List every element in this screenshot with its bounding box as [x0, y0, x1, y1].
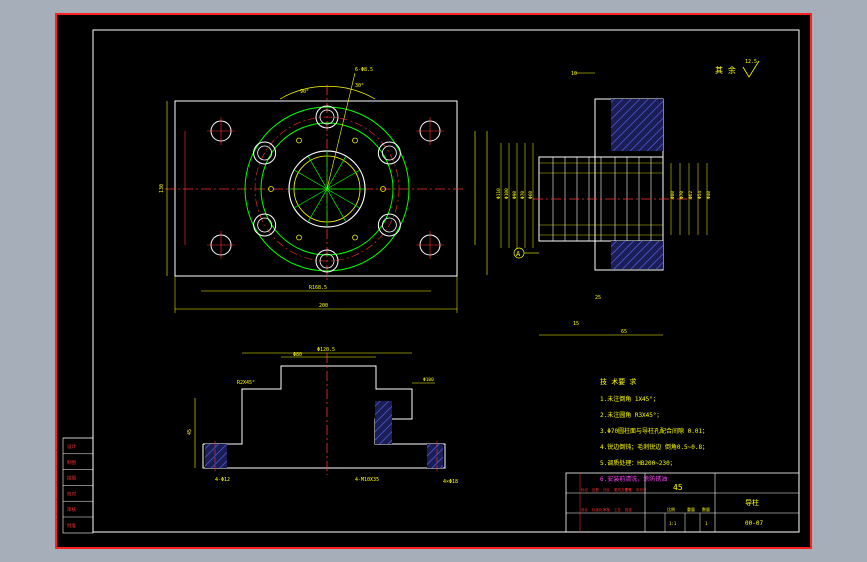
- tb-material: 45: [673, 483, 683, 492]
- tb-revision-cell: 工艺: [614, 507, 622, 512]
- side-top-dim: 10: [571, 71, 577, 77]
- datum-label: A: [516, 250, 521, 258]
- right-dim-text: Φ62: [688, 191, 694, 199]
- dim-height-left: 45: [187, 429, 193, 435]
- tb-revision-cell: 审核: [603, 507, 611, 512]
- right-dim-text: Φ54: [697, 191, 703, 199]
- dim-fillet: R2X45°: [237, 380, 255, 386]
- side-section-view: Φ110 Φ100 Φ90 Φ70 Φ60 Φ80 Φ70 Φ62 Φ54 Φ40 A 10 6…: [496, 71, 712, 336]
- dim-depth: 4-Φ12: [215, 477, 230, 483]
- tb-qty: 1: [705, 521, 708, 526]
- tb-revision-cell: 分区: [603, 487, 611, 492]
- side-hatch-bottom: [611, 241, 663, 269]
- side-dim-text: Φ90: [512, 191, 518, 199]
- ray-line: [326, 188, 347, 223]
- right-dim-text: Φ40: [706, 191, 712, 199]
- small-hole: [352, 137, 358, 144]
- tb-revision-cell: 年月日: [636, 487, 647, 492]
- tech-note: 4.锐边倒钝；毛刺锐边 倒角0.5~0.8；: [600, 443, 708, 451]
- small-hole: [352, 234, 358, 241]
- left-table-cell: 设计: [67, 443, 76, 450]
- front-section-view: Φ120.5 Φ80 R2X45° 45 4-Φ12 4-M10X35 Φ100…: [187, 347, 458, 485]
- hatch-right: [427, 444, 443, 468]
- dim-angle: 90°: [300, 89, 309, 95]
- tb-qty-label: 数量: [702, 506, 710, 512]
- left-table-cell: 校对: [67, 490, 76, 497]
- left-table-cell: 审核: [67, 506, 76, 513]
- ray-line: [307, 188, 328, 223]
- left-table-cell: 制图: [67, 459, 76, 466]
- ray-line: [307, 155, 328, 190]
- dim-thread: 4-M10X35: [355, 477, 379, 483]
- surface-finish-label: 其 余: [715, 65, 736, 75]
- left-table-cell: 描图: [67, 475, 76, 482]
- side-small-dim: 15: [573, 321, 579, 327]
- right-dim-text: Φ70: [679, 191, 685, 199]
- left-side-table: 设计制图描图校对审核批准: [62, 437, 94, 534]
- dim-bore: Φ100: [423, 377, 434, 383]
- side-dim-text: Φ70: [520, 191, 526, 199]
- leader-angle: [326, 72, 356, 190]
- flange-hole-inner: [381, 145, 397, 161]
- tb-scale-label: 比例: [667, 506, 675, 512]
- right-dim-text: Φ80: [670, 191, 676, 199]
- ray-line: [326, 169, 361, 190]
- side-bottom-dim: 65: [621, 329, 627, 335]
- dim-section-top: Φ80: [293, 352, 302, 358]
- dim-width: 200: [319, 303, 328, 309]
- ray-line: [326, 155, 347, 190]
- tb-revision-cell: 标记: [581, 487, 589, 492]
- side-bottom-dim2: 25: [595, 295, 601, 301]
- hatch-mid: [375, 401, 392, 444]
- dim-angle2: 30°: [355, 83, 364, 89]
- small-hole: [296, 137, 302, 144]
- tech-note: 2.未注圆角 R3X45°；: [600, 411, 663, 419]
- surface-value: 12.5: [745, 59, 757, 65]
- top-view-outline: [174, 100, 458, 277]
- side-hatch-top: [611, 99, 663, 151]
- tb-drawing-no: 00-07: [745, 520, 763, 527]
- tb-scale: 1:1: [669, 521, 677, 526]
- left-table-cell: 批准: [67, 522, 76, 529]
- tech-note: 3.Φ70圆柱面与导柱孔配合间隙 0.01；: [600, 427, 708, 435]
- side-dim-text: Φ60: [528, 191, 534, 199]
- inner-frame: [92, 29, 800, 533]
- tech-note: 1.未注倒角 1X45°；: [600, 395, 659, 403]
- tb-revision-cell: 签名: [625, 487, 632, 492]
- drawing-sheet: 6-Φ8.5 90° 30° R168.5 200 130 Φ120.5 Φ80…: [55, 13, 812, 549]
- tb-revision-cell: 处数: [592, 487, 600, 492]
- side-dim-text: Φ110: [496, 188, 502, 199]
- top-view: 6-Φ8.5 90° 30° R168.5 200 130: [159, 67, 488, 313]
- tech-note: 6.安装前清洗，涂防锈油: [600, 475, 667, 483]
- hatch-left: [205, 444, 227, 468]
- small-hole: [296, 234, 302, 241]
- tb-weight-label: 重量: [687, 506, 695, 512]
- tech-note: 5.调质处理：HB200~230；: [600, 459, 676, 467]
- tb-revision-cell: 批准: [625, 507, 633, 512]
- cad-drawing: 6-Φ8.5 90° 30° R168.5 200 130 Φ120.5 Φ80…: [55, 13, 812, 549]
- dim-hole-note: 6-Φ8.5: [355, 67, 373, 73]
- dim-inner-width: R168.5: [309, 285, 327, 291]
- tech-title: 技 术要 求: [600, 377, 636, 386]
- tb-revision-cell: 标准化: [592, 507, 603, 512]
- dim-pcd: 4×Φ18: [443, 479, 458, 485]
- dim-section-width: Φ120.5: [317, 347, 335, 353]
- tb-revision-cell: 设计: [581, 507, 589, 512]
- ray-line: [293, 169, 328, 190]
- ray-line: [326, 188, 361, 209]
- right-dimensions: Φ80 Φ70 Φ62 Φ54 Φ40: [670, 163, 712, 235]
- side-dimensions: Φ110 Φ100 Φ90 Φ70 Φ60: [496, 143, 534, 248]
- tech-notes: 1.未注倒角 1X45°； 2.未注圆角 R3X45°； 3.Φ70圆柱面与导柱孔配…: [600, 395, 708, 483]
- tb-part-name: 导柱: [745, 498, 759, 507]
- dim-height: 130: [159, 184, 165, 193]
- ray-line: [293, 188, 328, 209]
- flange-hole-outer: [377, 141, 401, 165]
- side-dim-text: Φ100: [504, 188, 510, 199]
- tb-revision-cells: 标记 处数 分区 更改文件号签名 年月日设计 标准化 审核 工艺 批准: [581, 487, 647, 512]
